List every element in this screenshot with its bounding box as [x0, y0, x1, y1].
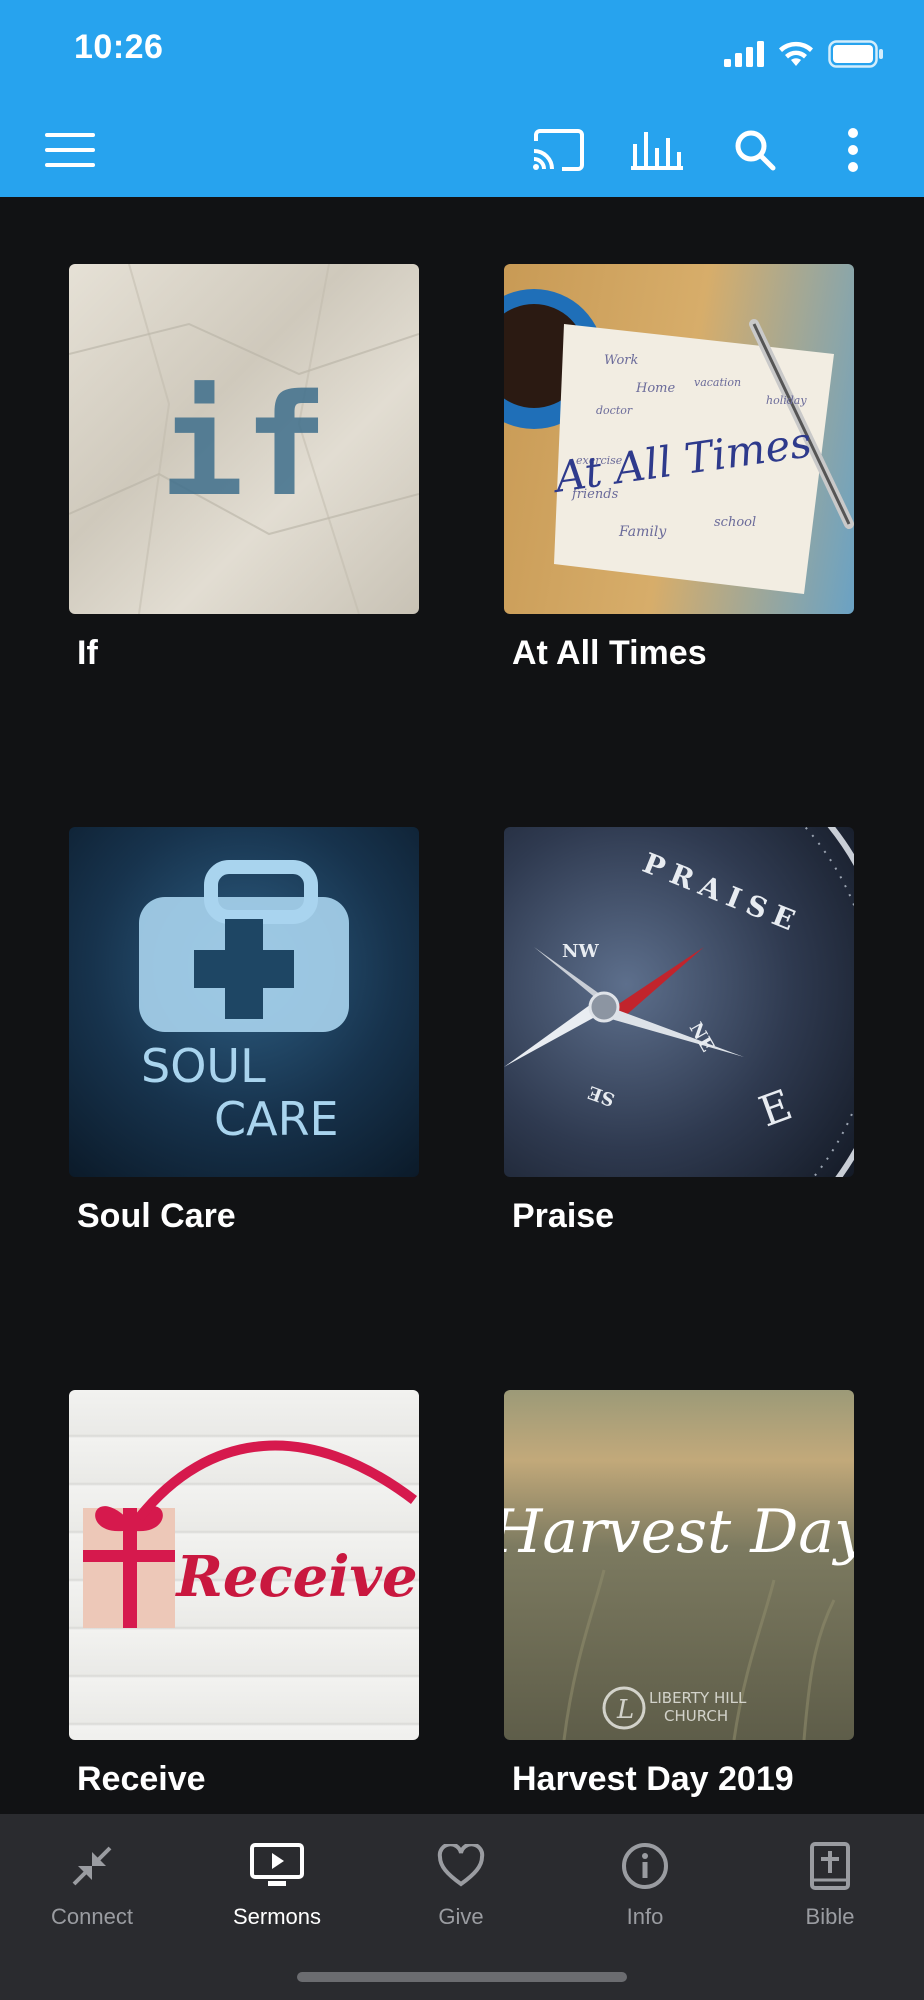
status-bar: 10:26: [0, 0, 924, 100]
tab-label: Info: [626, 1904, 664, 1929]
tab-label: Bible: [805, 1904, 855, 1929]
series-artwork-receive: Receive: [69, 1390, 419, 1740]
tv-play-icon: [250, 1843, 304, 1886]
tab-label: Connect: [51, 1904, 133, 1929]
info-icon: [622, 1843, 668, 1889]
more-vertical-icon: [848, 128, 858, 172]
receive-artwork-text: Receive: [174, 1544, 417, 1610]
wheat-field-artwork: Harvest Day L LIBERTY HILL CHURCH: [504, 1497, 854, 1740]
battery-icon: [828, 40, 883, 68]
compass-label: E: [753, 1080, 799, 1137]
napkin-word: doctor: [596, 404, 633, 417]
series-title: Soul Care: [77, 1197, 236, 1235]
tab-connect[interactable]: Connect: [17, 1836, 167, 1930]
compass-label: SE: [585, 1081, 617, 1110]
napkin-artwork: Work Home vacation holiday doctor exerci…: [504, 289, 854, 594]
series-title: At All Times: [512, 634, 707, 672]
audio-button[interactable]: [627, 120, 687, 180]
bottom-tab-bar: Connect Sermons Give Info Bible: [0, 1814, 924, 2000]
series-artwork-if: if: [69, 264, 419, 614]
tab-label: Sermons: [232, 1904, 322, 1929]
series-artwork-harvest-day: Harvest Day L LIBERTY HILL CHURCH: [504, 1390, 854, 1740]
church-logo-mark: L: [616, 1695, 634, 1725]
tab-bible[interactable]: Bible: [755, 1836, 905, 1930]
series-title: Praise: [512, 1197, 615, 1235]
tab-label: Give: [438, 1904, 484, 1929]
napkin-word: Home: [635, 381, 675, 396]
sermon-series-grid: if If Work Home vacation holiday doctor …: [0, 197, 924, 1814]
series-card-receive[interactable]: Receive Receive: [69, 1390, 419, 1799]
cast-button[interactable]: [528, 120, 588, 180]
compass-artwork: PRAISE NW NE SE E: [504, 827, 854, 1177]
audio-bars-icon: [631, 132, 683, 170]
napkin-word: Work: [604, 353, 639, 368]
series-card-at-all-times[interactable]: Work Home vacation holiday doctor exerci…: [504, 264, 854, 673]
napkin-word: vacation: [694, 376, 741, 389]
gift-artwork: Receive: [83, 1440, 418, 1628]
series-card-praise[interactable]: PRAISE NW NE SE E Praise: [504, 827, 854, 1236]
compass-label: NE: [685, 1019, 718, 1056]
compass-label: NW: [562, 941, 599, 962]
menu-button[interactable]: [40, 120, 100, 180]
status-icons: [724, 34, 884, 74]
soul-artwork-text: SOUL: [141, 1039, 266, 1093]
series-artwork-at-all-times: Work Home vacation holiday doctor exerci…: [504, 264, 854, 614]
app-bar: [0, 100, 924, 197]
series-card-harvest-day[interactable]: Harvest Day L LIBERTY HILL CHURCH Harves…: [504, 1390, 854, 1799]
napkin-word: school: [714, 515, 756, 530]
more-button[interactable]: [823, 120, 883, 180]
crumpled-paper-artwork: if: [69, 264, 419, 614]
series-title: Harvest Day 2019: [512, 1760, 794, 1798]
church-logo-text: CHURCH: [664, 1707, 728, 1725]
tab-sermons[interactable]: Sermons: [202, 1836, 352, 1930]
napkin-word: Family: [618, 524, 667, 540]
heart-icon: [437, 1844, 485, 1887]
collapse-arrows-icon: [72, 1846, 112, 1886]
care-artwork-text: CARE: [214, 1092, 339, 1146]
series-card-if[interactable]: if If: [69, 264, 419, 673]
medical-bag-artwork: SOUL CARE: [139, 860, 349, 1146]
harvest-day-artwork-text: Harvest Day: [504, 1497, 854, 1567]
series-title: Receive: [77, 1760, 206, 1798]
tab-give[interactable]: Give: [386, 1836, 536, 1930]
church-logo-text: LIBERTY HILL: [649, 1689, 747, 1707]
search-button[interactable]: [725, 120, 785, 180]
praise-artwork-text: PRAISE: [638, 846, 807, 940]
tab-info[interactable]: Info: [570, 1836, 720, 1930]
wifi-icon: [779, 41, 813, 66]
series-card-soul-care[interactable]: SOUL CARE Soul Care: [69, 827, 419, 1236]
status-time: 10:26: [74, 28, 164, 66]
menu-icon: [45, 133, 95, 167]
search-icon: [735, 130, 776, 171]
series-artwork-soul-care: SOUL CARE: [69, 827, 419, 1177]
home-indicator: [297, 1972, 627, 1982]
if-artwork-text: if: [160, 365, 329, 528]
series-title: If: [77, 634, 98, 672]
signal-icon: [724, 41, 764, 67]
napkin-word: holiday: [766, 394, 807, 407]
series-artwork-praise: PRAISE NW NE SE E: [504, 827, 854, 1177]
cast-icon: [533, 129, 584, 171]
bible-icon: [810, 1842, 850, 1890]
